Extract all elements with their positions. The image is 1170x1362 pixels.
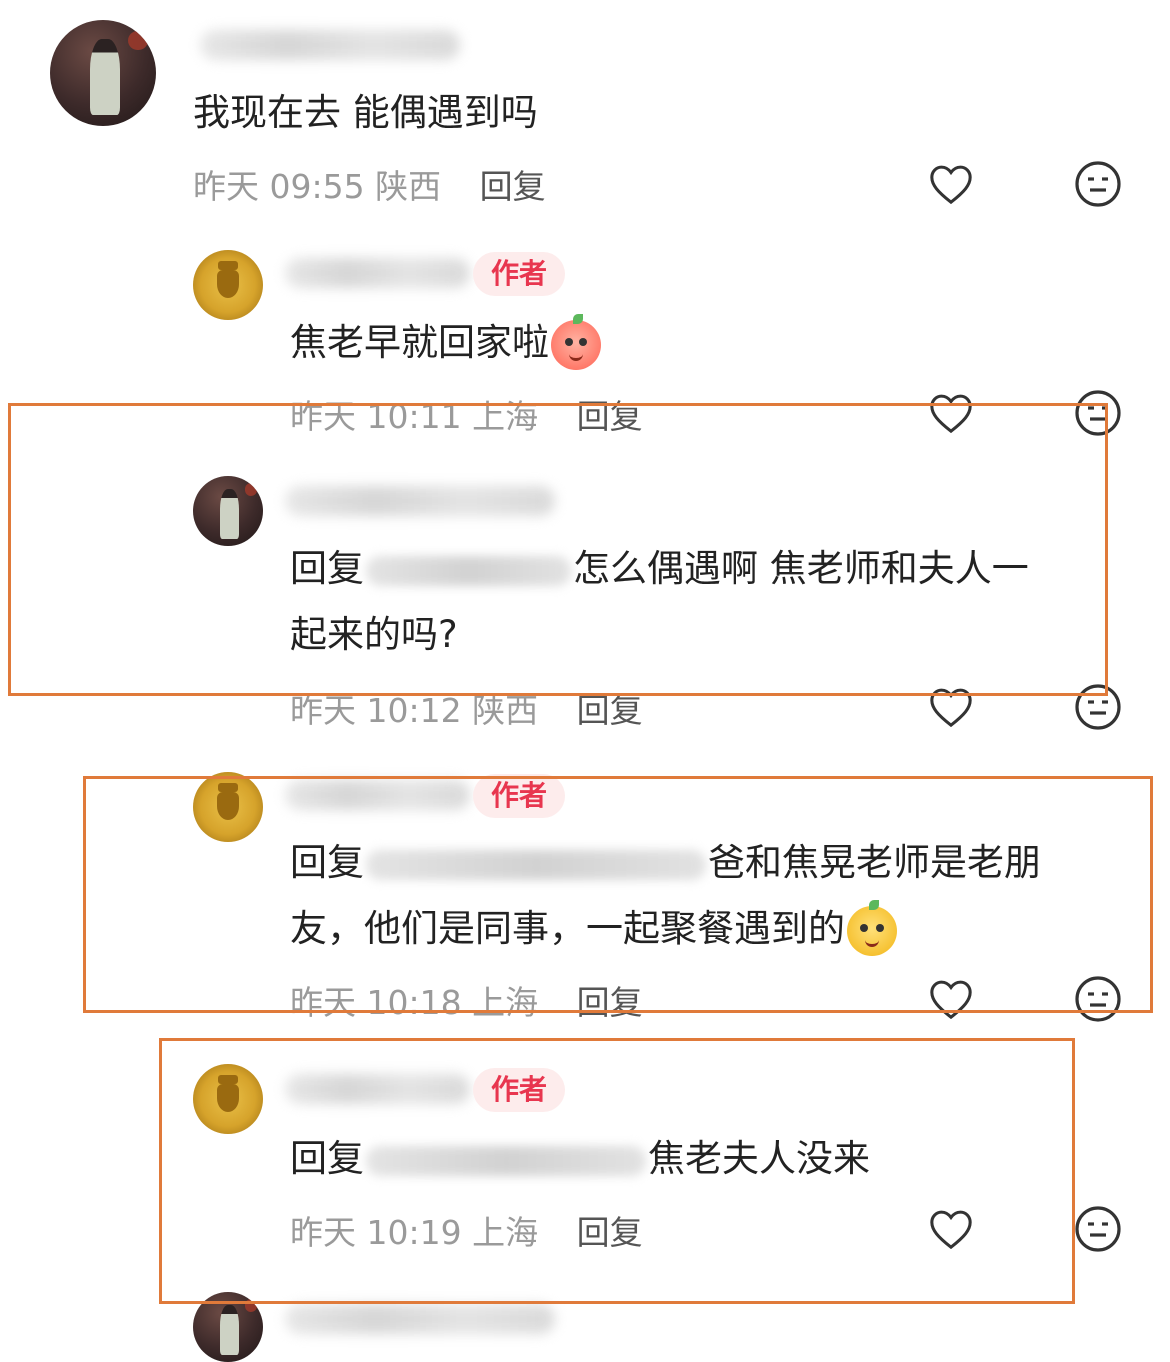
heart-outline-icon[interactable] xyxy=(928,162,974,206)
username-blurred[interactable] xyxy=(285,258,470,288)
comment-text-body: 焦老早就回家啦 xyxy=(290,321,549,364)
comment-time: 昨天 10:12 xyxy=(290,691,462,730)
username-blurred[interactable] xyxy=(200,30,460,60)
reply-button[interactable]: 回复 xyxy=(577,691,643,730)
highlight-frame xyxy=(159,1038,1075,1304)
avatar[interactable] xyxy=(193,250,263,320)
peach-emoji-icon xyxy=(551,313,601,370)
highlight-frame xyxy=(8,403,1108,696)
comment-location: 陕西 xyxy=(375,167,442,206)
comment-text: 焦老早就回家啦 xyxy=(290,310,601,376)
username-blurred[interactable] xyxy=(285,1304,555,1334)
avatar[interactable] xyxy=(50,20,156,126)
comment-meta: 昨天 09:55 陕西 回复 xyxy=(193,160,546,208)
highlight-frame xyxy=(83,776,1153,1013)
meh-face-icon[interactable] xyxy=(1074,1205,1122,1253)
comment-time: 昨天 09:55 xyxy=(193,167,365,206)
author-badge: 作者 xyxy=(473,252,566,296)
meh-face-icon[interactable] xyxy=(1074,160,1122,208)
reply-button[interactable]: 回复 xyxy=(480,167,546,206)
comment-location: 陕西 xyxy=(472,691,539,730)
comment-text: 我现在去 能偶遇到吗 xyxy=(193,91,538,134)
